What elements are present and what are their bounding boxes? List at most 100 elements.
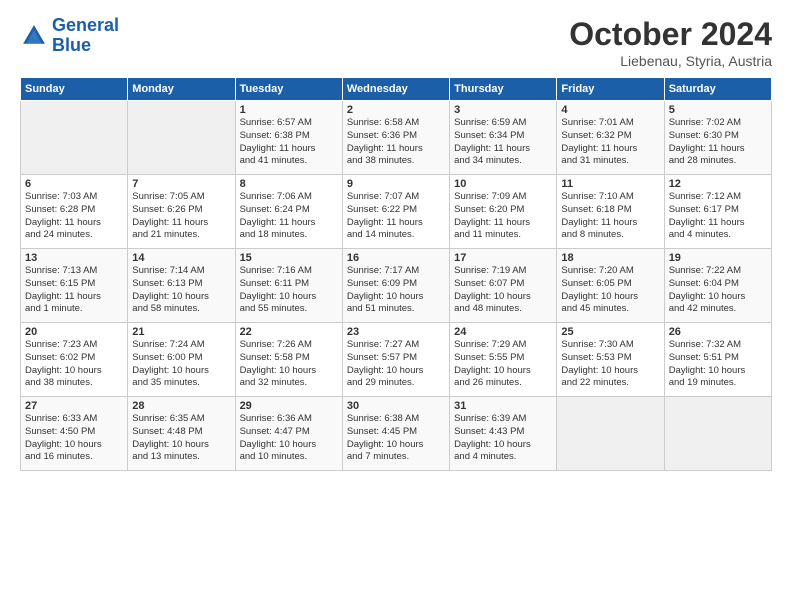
calendar-cell: 13Sunrise: 7:13 AM Sunset: 6:15 PM Dayli… (21, 249, 128, 323)
calendar-cell: 20Sunrise: 7:23 AM Sunset: 6:02 PM Dayli… (21, 323, 128, 397)
day-number: 24 (454, 326, 552, 338)
calendar-cell (21, 101, 128, 175)
day-number: 4 (561, 104, 659, 116)
day-info: Sunrise: 7:32 AM Sunset: 5:51 PM Dayligh… (669, 339, 767, 390)
day-info: Sunrise: 7:27 AM Sunset: 5:57 PM Dayligh… (347, 339, 445, 390)
calendar-cell: 27Sunrise: 6:33 AM Sunset: 4:50 PM Dayli… (21, 397, 128, 471)
weekday-header-friday: Friday (557, 78, 664, 101)
day-number: 14 (132, 252, 230, 264)
day-number: 21 (132, 326, 230, 338)
calendar-cell: 9Sunrise: 7:07 AM Sunset: 6:22 PM Daylig… (342, 175, 449, 249)
calendar-cell: 16Sunrise: 7:17 AM Sunset: 6:09 PM Dayli… (342, 249, 449, 323)
logo-line1: General (52, 15, 119, 35)
day-info: Sunrise: 7:17 AM Sunset: 6:09 PM Dayligh… (347, 265, 445, 316)
day-info: Sunrise: 6:33 AM Sunset: 4:50 PM Dayligh… (25, 413, 123, 464)
day-info: Sunrise: 7:30 AM Sunset: 5:53 PM Dayligh… (561, 339, 659, 390)
day-number: 27 (25, 400, 123, 412)
day-info: Sunrise: 7:09 AM Sunset: 6:20 PM Dayligh… (454, 191, 552, 242)
day-info: Sunrise: 7:05 AM Sunset: 6:26 PM Dayligh… (132, 191, 230, 242)
day-info: Sunrise: 7:03 AM Sunset: 6:28 PM Dayligh… (25, 191, 123, 242)
page: General Blue October 2024 Liebenau, Styr… (0, 0, 792, 612)
calendar-cell: 25Sunrise: 7:30 AM Sunset: 5:53 PM Dayli… (557, 323, 664, 397)
calendar-cell: 4Sunrise: 7:01 AM Sunset: 6:32 PM Daylig… (557, 101, 664, 175)
day-info: Sunrise: 6:36 AM Sunset: 4:47 PM Dayligh… (240, 413, 338, 464)
day-number: 20 (25, 326, 123, 338)
day-number: 23 (347, 326, 445, 338)
calendar-cell: 22Sunrise: 7:26 AM Sunset: 5:58 PM Dayli… (235, 323, 342, 397)
calendar-cell: 28Sunrise: 6:35 AM Sunset: 4:48 PM Dayli… (128, 397, 235, 471)
logo-line2: Blue (52, 35, 91, 55)
day-info: Sunrise: 7:06 AM Sunset: 6:24 PM Dayligh… (240, 191, 338, 242)
calendar-cell: 6Sunrise: 7:03 AM Sunset: 6:28 PM Daylig… (21, 175, 128, 249)
calendar-cell: 1Sunrise: 6:57 AM Sunset: 6:38 PM Daylig… (235, 101, 342, 175)
calendar-cell: 2Sunrise: 6:58 AM Sunset: 6:36 PM Daylig… (342, 101, 449, 175)
calendar-cell: 10Sunrise: 7:09 AM Sunset: 6:20 PM Dayli… (450, 175, 557, 249)
weekday-header-tuesday: Tuesday (235, 78, 342, 101)
day-info: Sunrise: 6:58 AM Sunset: 6:36 PM Dayligh… (347, 117, 445, 168)
day-number: 19 (669, 252, 767, 264)
day-info: Sunrise: 7:13 AM Sunset: 6:15 PM Dayligh… (25, 265, 123, 316)
day-number: 12 (669, 178, 767, 190)
logo-icon (20, 22, 48, 50)
day-number: 28 (132, 400, 230, 412)
day-number: 18 (561, 252, 659, 264)
day-info: Sunrise: 7:10 AM Sunset: 6:18 PM Dayligh… (561, 191, 659, 242)
day-info: Sunrise: 6:59 AM Sunset: 6:34 PM Dayligh… (454, 117, 552, 168)
day-info: Sunrise: 7:16 AM Sunset: 6:11 PM Dayligh… (240, 265, 338, 316)
calendar-cell (557, 397, 664, 471)
calendar-row: 1Sunrise: 6:57 AM Sunset: 6:38 PM Daylig… (21, 101, 772, 175)
logo: General Blue (20, 16, 119, 56)
day-number: 5 (669, 104, 767, 116)
day-info: Sunrise: 7:26 AM Sunset: 5:58 PM Dayligh… (240, 339, 338, 390)
day-info: Sunrise: 7:29 AM Sunset: 5:55 PM Dayligh… (454, 339, 552, 390)
day-number: 31 (454, 400, 552, 412)
day-number: 17 (454, 252, 552, 264)
day-number: 6 (25, 178, 123, 190)
calendar-row: 20Sunrise: 7:23 AM Sunset: 6:02 PM Dayli… (21, 323, 772, 397)
calendar-cell: 7Sunrise: 7:05 AM Sunset: 6:26 PM Daylig… (128, 175, 235, 249)
calendar-cell: 8Sunrise: 7:06 AM Sunset: 6:24 PM Daylig… (235, 175, 342, 249)
calendar-cell: 15Sunrise: 7:16 AM Sunset: 6:11 PM Dayli… (235, 249, 342, 323)
day-number: 1 (240, 104, 338, 116)
day-number: 10 (454, 178, 552, 190)
day-info: Sunrise: 7:07 AM Sunset: 6:22 PM Dayligh… (347, 191, 445, 242)
calendar-cell: 17Sunrise: 7:19 AM Sunset: 6:07 PM Dayli… (450, 249, 557, 323)
weekday-header-saturday: Saturday (664, 78, 771, 101)
day-number: 8 (240, 178, 338, 190)
day-info: Sunrise: 7:14 AM Sunset: 6:13 PM Dayligh… (132, 265, 230, 316)
day-number: 15 (240, 252, 338, 264)
calendar-cell: 26Sunrise: 7:32 AM Sunset: 5:51 PM Dayli… (664, 323, 771, 397)
day-info: Sunrise: 7:12 AM Sunset: 6:17 PM Dayligh… (669, 191, 767, 242)
location-title: Liebenau, Styria, Austria (569, 53, 772, 69)
calendar-cell: 12Sunrise: 7:12 AM Sunset: 6:17 PM Dayli… (664, 175, 771, 249)
calendar-cell: 29Sunrise: 6:36 AM Sunset: 4:47 PM Dayli… (235, 397, 342, 471)
calendar-row: 6Sunrise: 7:03 AM Sunset: 6:28 PM Daylig… (21, 175, 772, 249)
day-number: 29 (240, 400, 338, 412)
day-info: Sunrise: 7:02 AM Sunset: 6:30 PM Dayligh… (669, 117, 767, 168)
calendar-cell: 3Sunrise: 6:59 AM Sunset: 6:34 PM Daylig… (450, 101, 557, 175)
calendar-cell: 31Sunrise: 6:39 AM Sunset: 4:43 PM Dayli… (450, 397, 557, 471)
header: General Blue October 2024 Liebenau, Styr… (20, 16, 772, 69)
calendar-cell: 5Sunrise: 7:02 AM Sunset: 6:30 PM Daylig… (664, 101, 771, 175)
day-info: Sunrise: 7:19 AM Sunset: 6:07 PM Dayligh… (454, 265, 552, 316)
day-number: 2 (347, 104, 445, 116)
day-number: 25 (561, 326, 659, 338)
day-number: 30 (347, 400, 445, 412)
calendar-cell (128, 101, 235, 175)
calendar-cell: 30Sunrise: 6:38 AM Sunset: 4:45 PM Dayli… (342, 397, 449, 471)
calendar-cell (664, 397, 771, 471)
calendar-cell: 24Sunrise: 7:29 AM Sunset: 5:55 PM Dayli… (450, 323, 557, 397)
calendar-cell: 19Sunrise: 7:22 AM Sunset: 6:04 PM Dayli… (664, 249, 771, 323)
day-number: 16 (347, 252, 445, 264)
day-info: Sunrise: 6:57 AM Sunset: 6:38 PM Dayligh… (240, 117, 338, 168)
day-info: Sunrise: 7:20 AM Sunset: 6:05 PM Dayligh… (561, 265, 659, 316)
month-title: October 2024 (569, 16, 772, 53)
weekday-header-monday: Monday (128, 78, 235, 101)
day-info: Sunrise: 7:01 AM Sunset: 6:32 PM Dayligh… (561, 117, 659, 168)
day-number: 9 (347, 178, 445, 190)
day-number: 26 (669, 326, 767, 338)
calendar-cell: 11Sunrise: 7:10 AM Sunset: 6:18 PM Dayli… (557, 175, 664, 249)
calendar-cell: 23Sunrise: 7:27 AM Sunset: 5:57 PM Dayli… (342, 323, 449, 397)
day-info: Sunrise: 6:39 AM Sunset: 4:43 PM Dayligh… (454, 413, 552, 464)
day-info: Sunrise: 7:24 AM Sunset: 6:00 PM Dayligh… (132, 339, 230, 390)
